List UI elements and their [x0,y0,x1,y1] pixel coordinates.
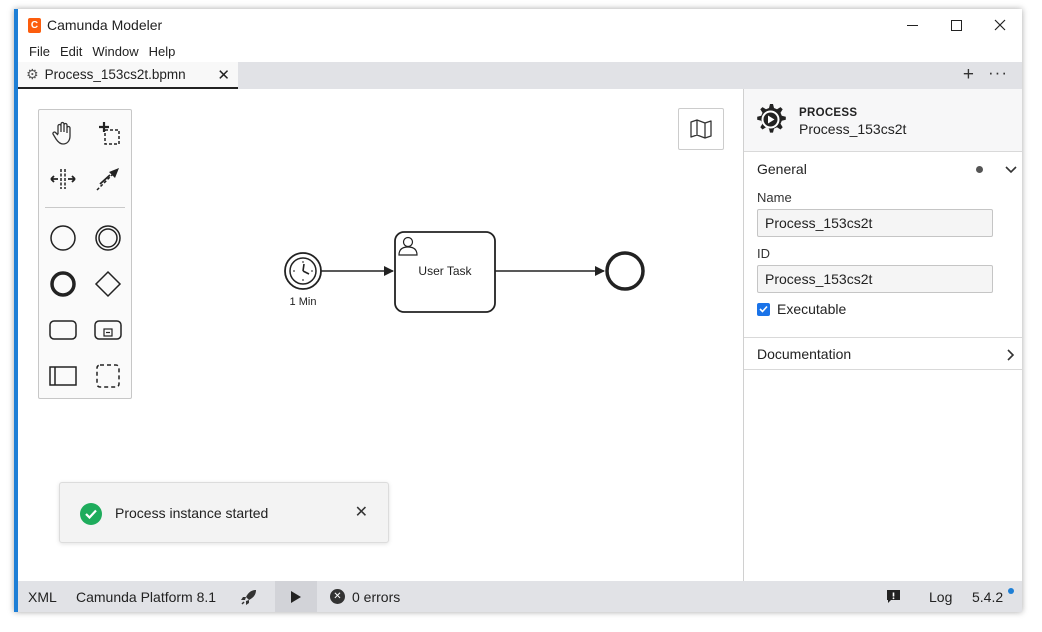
camunda-logo-icon: C [28,18,41,33]
executable-row: Executable [757,301,846,317]
feedback-button[interactable] [886,581,901,612]
menu-window[interactable]: Window [87,44,143,59]
group-general-header[interactable]: General [744,153,1022,185]
panel-header: PROCESS Process_153cs2t [744,89,1022,152]
version-button[interactable]: 5.4.2 [972,581,1003,612]
name-input[interactable] [757,209,993,237]
log-button[interactable]: Log [929,581,952,612]
window-title: Camunda Modeler [47,17,163,33]
name-label: Name [757,190,792,205]
minimize-icon [906,24,918,26]
play-icon [291,590,301,603]
new-tab-button[interactable]: + [963,64,974,86]
close-icon [994,19,1006,31]
close-window-button[interactable] [980,13,1020,37]
bpmn-canvas[interactable]: 1 Min User Task Process instance started… [18,89,743,581]
maximize-button[interactable] [936,13,976,37]
error-icon: ✕ [330,589,345,604]
start-instance-button[interactable] [275,581,317,612]
process-gear-icon [757,104,786,133]
checkmark-icon [759,305,768,313]
tab-title: Process_153cs2t.bpmn [44,67,186,82]
update-indicator-dot [1008,588,1014,594]
menu-bar: File Edit Window Help [18,40,1022,62]
app-window: C Camunda Modeler File Edit Window Help … [14,9,1022,612]
platform-selector[interactable]: Camunda Platform 8.1 [76,581,216,612]
problems-button[interactable]: ✕ 0 errors [330,581,400,612]
tab-more-button[interactable]: ··· [988,63,1008,83]
id-input[interactable] [757,265,993,293]
element-type: PROCESS [799,107,858,119]
notification-toast: Process instance started ✕ [59,482,389,543]
minimize-button[interactable] [892,13,932,37]
element-name: Process_153cs2t [799,121,907,137]
maximize-icon [950,19,962,31]
menu-help[interactable]: Help [144,44,181,59]
notification-close-button[interactable]: ✕ [355,502,368,522]
title-bar: C Camunda Modeler [18,9,1022,40]
status-bar: XML Camunda Platform 8.1 ✕ 0 errors Log … [18,581,1022,612]
executable-label: Executable [777,301,847,317]
deploy-button[interactable] [240,581,258,612]
chevron-right-icon [1007,349,1015,361]
gear-icon: ⚙ [26,66,39,82]
xml-view-button[interactable]: XML [28,581,57,612]
tab-bar: ⚙ Process_153cs2t.bpmn ✕ + ··· [18,62,1022,89]
feedback-icon [887,590,900,603]
success-check-icon [80,503,102,525]
notification-message: Process instance started [115,505,269,521]
task-label: User Task [418,264,472,278]
end-event[interactable] [605,251,645,291]
rocket-icon [241,589,256,605]
executable-checkbox[interactable] [757,302,770,316]
menu-edit[interactable]: Edit [55,44,87,59]
timer-start-event[interactable] [284,252,322,290]
group-documentation-header[interactable]: Documentation [744,337,1022,370]
error-count: 0 errors [352,588,401,605]
data-marker-dot [976,166,983,173]
start-event-label: 1 Min [289,296,317,308]
menu-file[interactable]: File [24,44,55,59]
id-label: ID [757,246,770,261]
group-general-title: General [757,161,807,177]
properties-panel: PROCESS Process_153cs2t General Name ID … [743,89,1022,581]
group-documentation-title: Documentation [757,345,852,362]
tab-close-button[interactable]: ✕ [217,66,230,84]
chevron-down-icon [1005,166,1017,174]
tab-process-file[interactable]: ⚙ Process_153cs2t.bpmn ✕ [18,62,238,89]
